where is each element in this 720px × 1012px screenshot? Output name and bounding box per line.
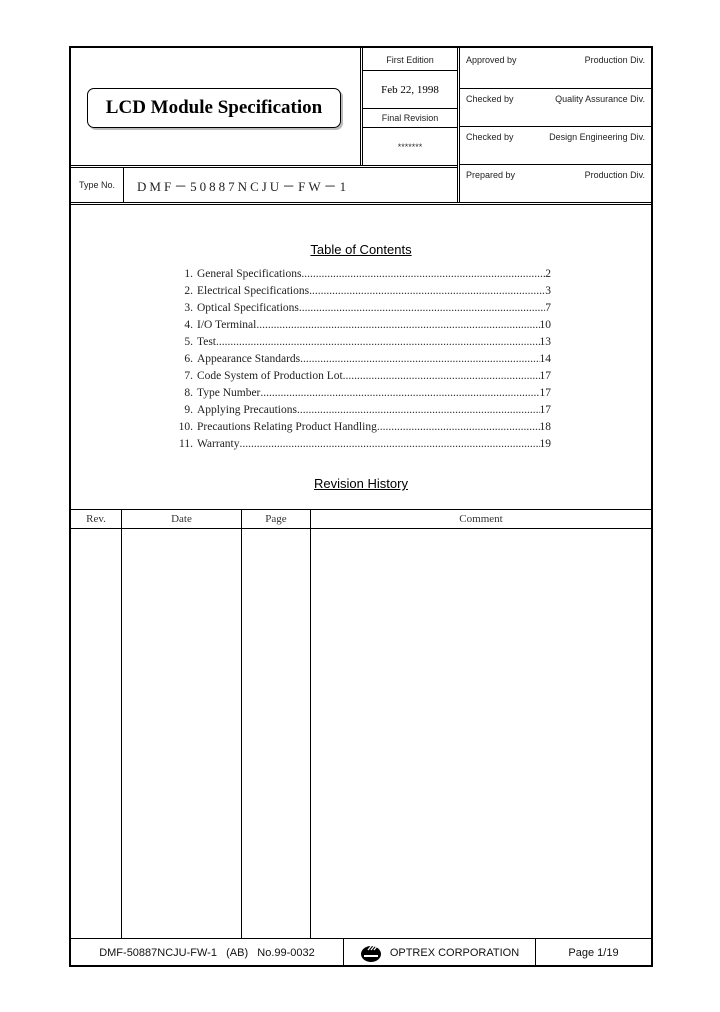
type-no-value: DMF－50887NCJU－FW－1 bbox=[137, 178, 350, 194]
toc-num: 10. bbox=[178, 421, 193, 433]
toc-page: 3 bbox=[545, 285, 551, 297]
divider bbox=[123, 167, 124, 203]
toc-leader bbox=[297, 404, 540, 416]
toc-page: 7 bbox=[545, 302, 551, 314]
approval-role: Checked by bbox=[466, 94, 514, 104]
toc-label: General Specifications bbox=[197, 268, 302, 280]
toc-num: 8. bbox=[184, 387, 193, 399]
divider bbox=[310, 509, 311, 938]
toc-label: Warranty bbox=[197, 438, 240, 450]
divider bbox=[71, 528, 651, 529]
toc-leader bbox=[343, 370, 540, 382]
toc-label: Optical Specifications bbox=[197, 302, 299, 314]
toc-item[interactable]: 8. Type Number 17 bbox=[171, 387, 551, 404]
toc-page: 17 bbox=[539, 370, 552, 382]
toc-num: 1. bbox=[184, 268, 193, 280]
toc-label: Code System of Production Lot bbox=[197, 370, 343, 382]
final-revision-label: Final Revision bbox=[381, 113, 439, 123]
toc-label: Type Number bbox=[197, 387, 261, 399]
document-page: LCD Module Specification First Edition F… bbox=[69, 46, 653, 967]
toc-item[interactable]: 7. Code System of Production Lot 17 bbox=[171, 370, 551, 387]
approval-role: Prepared by bbox=[466, 170, 516, 180]
toc-num: 7. bbox=[184, 370, 193, 382]
toc-item[interactable]: 2. Electrical Specifications 3 bbox=[171, 285, 551, 302]
approval-row: Approved by Production Div. bbox=[460, 50, 651, 88]
toc-page: 13 bbox=[539, 336, 552, 348]
toc-item[interactable]: 11. Warranty 19 bbox=[171, 438, 551, 455]
toc-num: 5. bbox=[184, 336, 193, 348]
toc-leader bbox=[240, 438, 540, 450]
divider bbox=[457, 48, 458, 203]
toc-leader bbox=[301, 268, 545, 280]
divider bbox=[241, 509, 242, 938]
toc-leader bbox=[260, 387, 539, 399]
company-name: OPTREX CORPORATION bbox=[389, 947, 520, 959]
first-edition-label: First Edition bbox=[386, 55, 434, 65]
toc-num: 4. bbox=[184, 319, 193, 331]
toc-leader bbox=[300, 353, 539, 365]
final-revision-value: ******* bbox=[397, 141, 423, 152]
toc-page: 10 bbox=[539, 319, 552, 331]
document-title: LCD Module Specification bbox=[105, 97, 323, 118]
footer-page-number: Page 1/19 bbox=[568, 947, 619, 959]
first-edition-date: Feb 22, 1998 bbox=[381, 83, 439, 96]
footer-company: OPTREX CORPORATION bbox=[344, 939, 535, 967]
toc-num: 6. bbox=[184, 353, 193, 365]
column-header-page: Page bbox=[265, 513, 287, 525]
optrex-logo-icon bbox=[360, 944, 381, 962]
approval-division: Production Div. bbox=[584, 170, 645, 180]
toc-label: Appearance Standards bbox=[197, 353, 301, 365]
toc-page: 14 bbox=[539, 353, 552, 365]
title-box: LCD Module Specification bbox=[87, 88, 341, 128]
toc-item[interactable]: 9. Applying Precautions 17 bbox=[171, 404, 551, 421]
toc-item[interactable]: 5. Test 13 bbox=[171, 336, 551, 353]
toc-label: I/O Terminal bbox=[197, 319, 257, 331]
toc-leader bbox=[309, 285, 545, 297]
approval-role: Approved by bbox=[466, 55, 517, 65]
toc-item[interactable]: 4. I/O Terminal 10 bbox=[171, 319, 551, 336]
toc-leader bbox=[256, 319, 539, 331]
toc-page: 17 bbox=[539, 387, 552, 399]
toc-page: 18 bbox=[539, 421, 552, 433]
toc-num: 11. bbox=[179, 438, 193, 450]
toc-label: Electrical Specifications bbox=[197, 285, 310, 297]
approval-row: Checked by Design Engineering Div. bbox=[460, 127, 651, 164]
approval-division: Production Div. bbox=[584, 55, 645, 65]
divider bbox=[360, 48, 361, 166]
toc-label: Applying Precautions bbox=[197, 404, 297, 416]
approval-division: Quality Assurance Div. bbox=[555, 94, 645, 104]
column-header-date: Date bbox=[171, 513, 192, 525]
divider bbox=[121, 509, 122, 938]
toc-num: 3. bbox=[184, 302, 193, 314]
toc-item[interactable]: 1. General Specifications 2 bbox=[171, 268, 551, 285]
column-header-comment: Comment bbox=[459, 513, 503, 525]
approval-role: Checked by bbox=[466, 132, 514, 142]
toc-page: 17 bbox=[539, 404, 552, 416]
toc-label: Precautions Relating Product Handling bbox=[197, 421, 377, 433]
column-header-rev: Rev. bbox=[86, 513, 106, 525]
approval-row: Prepared by Production Div. bbox=[460, 165, 651, 202]
toc-num: 2. bbox=[184, 285, 193, 297]
toc-leader bbox=[216, 336, 540, 348]
toc-num: 9. bbox=[184, 404, 193, 416]
approval-division: Design Engineering Div. bbox=[549, 132, 645, 142]
type-no-label: Type No. bbox=[78, 180, 116, 190]
toc-item[interactable]: 3. Optical Specifications 7 bbox=[171, 302, 551, 319]
revision-history-title: Revision History bbox=[314, 476, 408, 491]
toc-item[interactable]: 6. Appearance Standards 14 bbox=[171, 353, 551, 370]
toc-leader bbox=[299, 302, 545, 314]
toc-leader bbox=[377, 421, 540, 433]
toc-title: Table of Contents bbox=[310, 242, 412, 257]
approval-row: Checked by Quality Assurance Div. bbox=[460, 89, 651, 126]
toc-label: Test bbox=[197, 336, 216, 348]
divider bbox=[71, 204, 651, 205]
toc-item[interactable]: 10. Precautions Relating Product Handling… bbox=[171, 421, 551, 438]
table-of-contents: 1. General Specifications 2 2. Electrical S… bbox=[171, 268, 551, 455]
divider bbox=[71, 202, 651, 203]
footer-doc-id: DMF-50887NCJU-FW-1 (AB) No.99-0032 bbox=[99, 947, 315, 959]
toc-page: 2 bbox=[545, 268, 551, 280]
toc-page: 19 bbox=[539, 438, 552, 450]
divider bbox=[71, 165, 458, 166]
